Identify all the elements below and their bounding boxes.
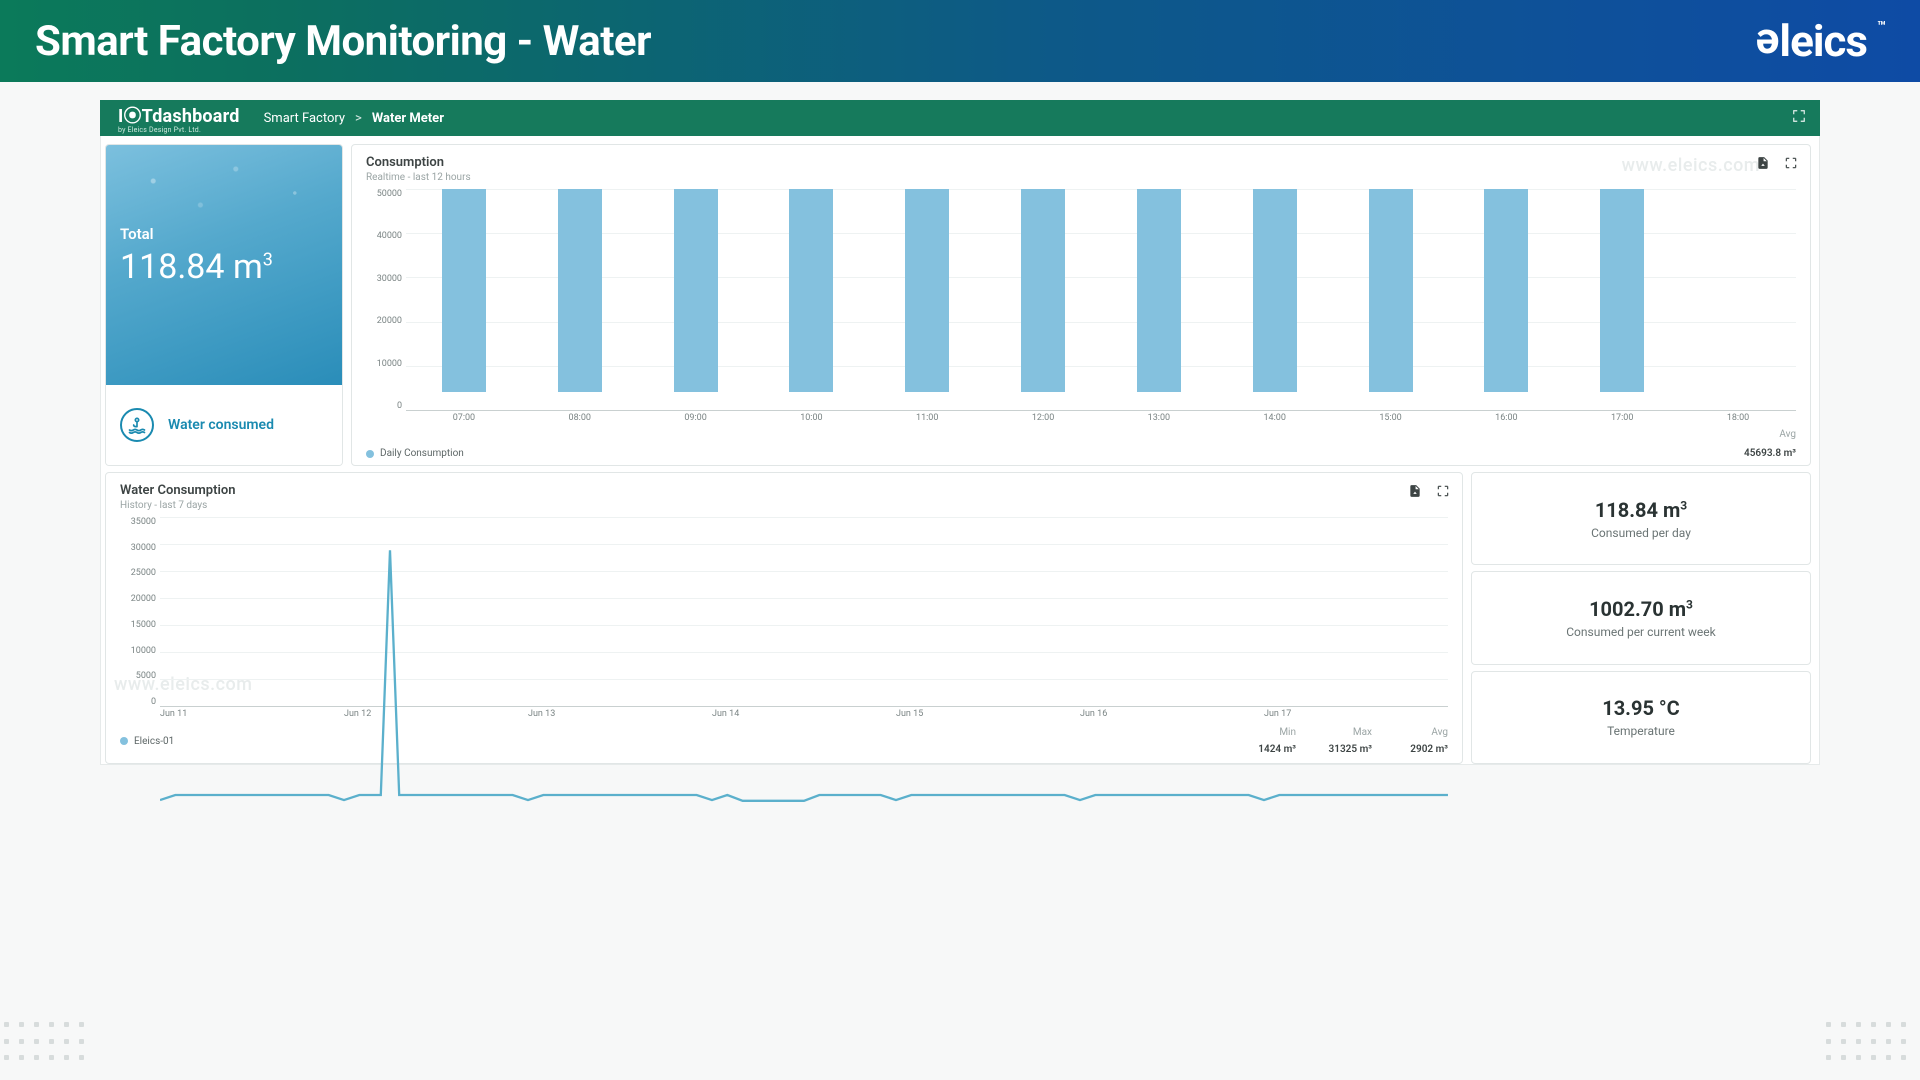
bar[interactable]	[1484, 189, 1528, 392]
history-chart: 35000300002500020000150001000050000 Jun …	[120, 517, 1448, 721]
total-value: 118.84 m3	[120, 247, 328, 287]
bar[interactable]	[1600, 189, 1644, 392]
page-title: Smart Factory Monitoring - Water	[35, 17, 1757, 66]
decoration-dots	[1826, 1022, 1916, 1072]
app-bar: I⦿Tdashboard by Eleics Design Pvt. Ltd. …	[100, 100, 1820, 136]
metric-label: Consumed per day	[1591, 526, 1691, 540]
decoration-dots	[4, 1022, 94, 1072]
history-card: Water Consumption History - last 7 days …	[105, 472, 1463, 764]
metric-card: 13.95 °C Temperature	[1471, 671, 1811, 764]
brand-logo: eleics™	[1757, 15, 1885, 67]
consumption-avg-value: 45693.8 m³	[1744, 448, 1796, 459]
bar[interactable]	[558, 189, 602, 392]
bar[interactable]	[442, 189, 486, 392]
breadcrumb: Smart Factory > Water Meter	[264, 111, 444, 126]
metrics-column: 118.84 m3 Consumed per day 1002.70 m3 Consu…	[1471, 472, 1811, 764]
fullscreen-toggle-icon[interactable]	[1792, 109, 1806, 127]
bar[interactable]	[789, 189, 833, 392]
expand-icon[interactable]	[1436, 483, 1450, 502]
metric-card: 118.84 m3 Consumed per day	[1471, 472, 1811, 565]
history-title: Water Consumption	[120, 483, 1448, 498]
metric-value: 1002.70 m3	[1589, 597, 1693, 621]
download-icon[interactable]	[1756, 155, 1770, 174]
bar[interactable]	[674, 189, 718, 392]
bar[interactable]	[1021, 189, 1065, 392]
metric-label: Temperature	[1607, 724, 1675, 738]
download-icon[interactable]	[1408, 483, 1422, 502]
metric-value: 13.95 °C	[1602, 696, 1680, 720]
total-card-footer: Water consumed	[106, 385, 342, 465]
metric-card: 1002.70 m3 Consumed per current week	[1471, 571, 1811, 664]
expand-icon[interactable]	[1784, 155, 1798, 174]
consumption-legend: Daily Consumption	[366, 448, 464, 459]
legend-dot-icon	[120, 737, 128, 745]
bar[interactable]	[1253, 189, 1297, 392]
history-subtitle: History - last 7 days	[120, 500, 1448, 511]
total-card-hero: Total 118.84 m3	[106, 145, 342, 385]
total-label: Total	[120, 225, 328, 243]
metric-label: Consumed per current week	[1566, 625, 1716, 639]
total-footer-text: Water consumed	[168, 417, 274, 433]
consumption-subtitle: Realtime - last 12 hours	[366, 172, 1796, 183]
metric-value: 118.84 m3	[1595, 498, 1687, 522]
breadcrumb-current: Water Meter	[372, 111, 444, 126]
consumption-chart: 50000400003000020000100000 07:0008:0009:…	[366, 189, 1796, 427]
breadcrumb-sep: >	[355, 111, 362, 126]
consumption-card: www.eleics.com Consumption Realtime - la…	[351, 144, 1811, 466]
bar[interactable]	[905, 189, 949, 392]
avg-header: Avg	[366, 429, 1796, 440]
total-card: Total 118.84 m3 Water consumed	[105, 144, 343, 466]
app-logo[interactable]: I⦿Tdashboard by Eleics Design Pvt. Ltd.	[118, 102, 240, 134]
water-icon	[120, 408, 154, 442]
bar[interactable]	[1137, 189, 1181, 392]
legend-dot-icon	[366, 450, 374, 458]
breadcrumb-root[interactable]: Smart Factory	[264, 111, 345, 126]
bar[interactable]	[1369, 189, 1413, 392]
page-header: Smart Factory Monitoring - Water eleics™	[0, 0, 1920, 82]
consumption-title: Consumption	[366, 155, 1796, 170]
dashboard-board: Total 118.84 m3 Water consumed www.eleic…	[100, 136, 1820, 765]
